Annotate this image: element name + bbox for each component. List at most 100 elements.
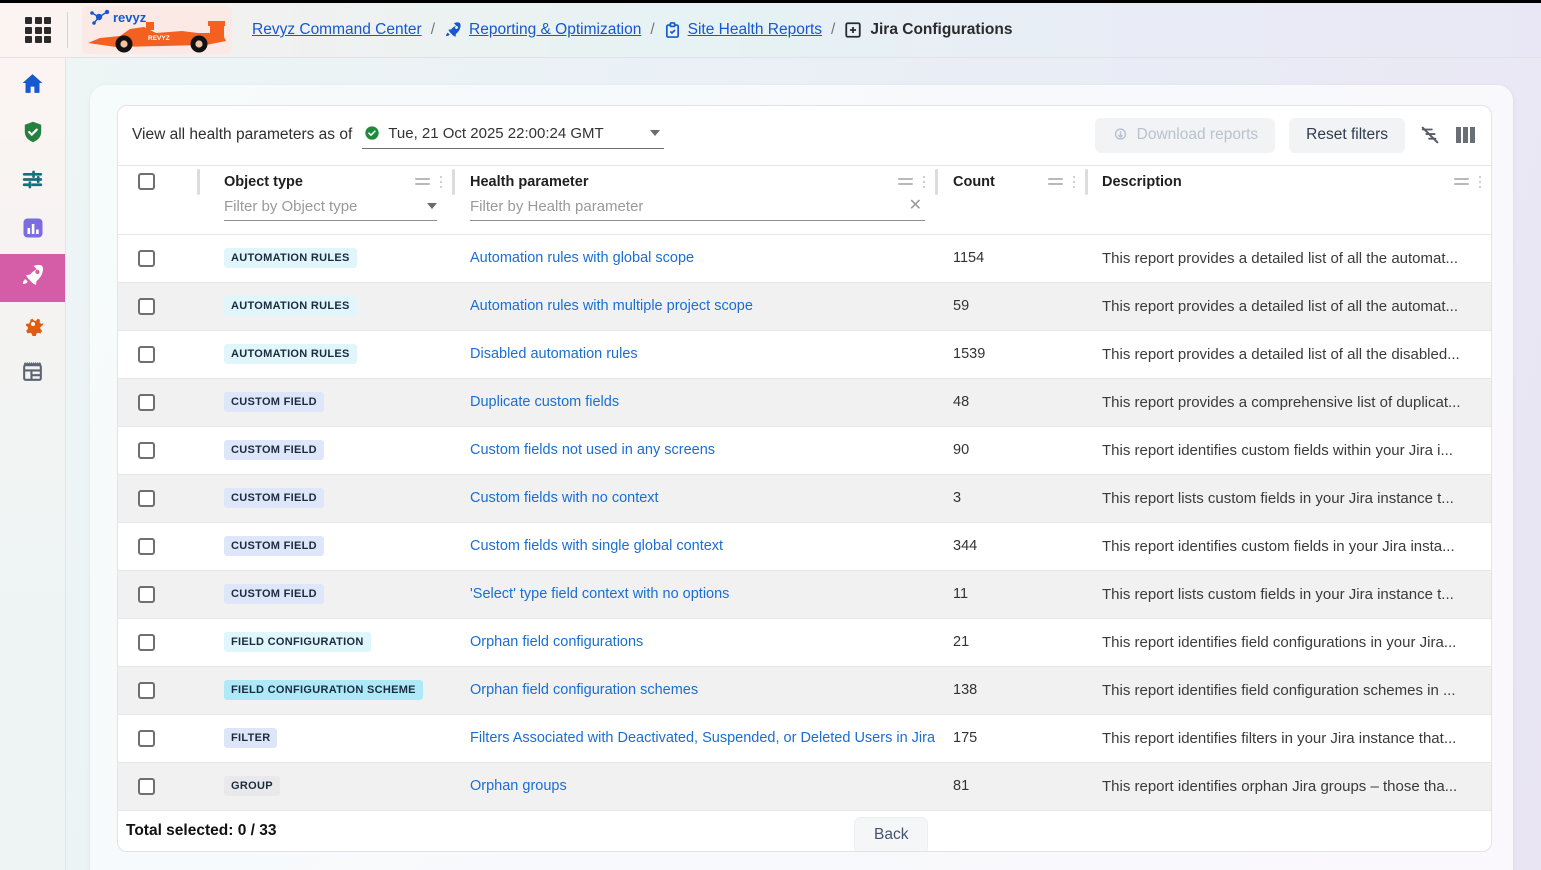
column-header-health-parameter[interactable]: Health parameter [470, 174, 898, 190]
snapshot-date-select[interactable]: Tue, 21 Oct 2025 22:00:24 GMT [362, 122, 664, 149]
main-content-area: View all health parameters as of Tue, 21… [66, 58, 1541, 870]
health-parameter-link[interactable]: Automation rules with global scope [470, 250, 694, 266]
revyz-logo[interactable]: revyz REVYZ [82, 6, 232, 54]
column-header-object-type[interactable]: Object type [224, 174, 415, 190]
left-sidebar [0, 58, 66, 870]
count-value: 1539 [953, 346, 985, 362]
table-row[interactable]: CUSTOM FIELD Custom fields with no conte… [118, 474, 1491, 522]
object-type-filter-select[interactable]: Filter by Object type [224, 198, 437, 221]
table-row[interactable]: FILTER Filters Associated with Deactivat… [118, 714, 1491, 762]
back-button[interactable]: Back [854, 817, 928, 852]
table-row[interactable]: CUSTOM FIELD Custom fields not used in a… [118, 426, 1491, 474]
sidebar-item-data-manager[interactable] [0, 350, 65, 398]
column-menu-icon[interactable] [898, 178, 913, 185]
topbar-divider [67, 12, 68, 48]
column-menu-icon[interactable] [1048, 178, 1063, 185]
health-parameter-link[interactable]: Custom fields with no context [470, 490, 659, 506]
column-more-icon[interactable] [1479, 176, 1482, 189]
breadcrumb-link-command-center[interactable]: Revyz Command Center [252, 21, 422, 39]
sidebar-item-analytics[interactable] [0, 206, 65, 254]
row-checkbox[interactable] [138, 490, 155, 507]
table-header: Object type Health parameter [118, 165, 1491, 234]
logo-text: revyz [113, 10, 147, 25]
panel-toolbar: View all health parameters as of Tue, 21… [118, 106, 1491, 165]
clear-input-icon[interactable]: ✕ [906, 198, 925, 214]
table-row[interactable]: CUSTOM FIELD 'Select' type field context… [118, 570, 1491, 618]
health-parameter-link[interactable]: 'Select' type field context with no opti… [470, 586, 729, 602]
health-parameter-link[interactable]: Filters Associated with Deactivated, Sus… [470, 730, 935, 746]
column-more-icon[interactable] [923, 176, 926, 189]
description-text: This report provides a detailed list of … [1102, 250, 1458, 267]
health-parameter-link[interactable]: Orphan field configuration schemes [470, 682, 698, 698]
row-checkbox[interactable] [138, 250, 155, 267]
row-checkbox[interactable] [138, 346, 155, 363]
table-row[interactable]: AUTOMATION RULES Automation rules with m… [118, 282, 1491, 330]
clear-filter-icon[interactable] [1419, 124, 1441, 146]
table-row[interactable]: GROUP Orphan groups 81 This report ident… [118, 762, 1491, 810]
breadcrumb-link-reporting-optimization[interactable]: Reporting & Optimization [444, 21, 641, 39]
health-parameter-link[interactable]: Disabled automation rules [470, 346, 638, 362]
breadcrumb-link-site-health-reports[interactable]: Site Health Reports [664, 21, 822, 39]
description-text: This report lists custom fields in your … [1102, 490, 1454, 507]
column-more-icon[interactable] [440, 176, 443, 189]
sidebar-item-settings-sliders[interactable] [0, 158, 65, 206]
row-checkbox[interactable] [138, 682, 155, 699]
chevron-down-icon [427, 203, 437, 209]
table-row[interactable]: FIELD CONFIGURATION SCHEME Orphan field … [118, 666, 1491, 714]
row-checkbox[interactable] [138, 394, 155, 411]
description-text: This report lists custom fields in your … [1102, 586, 1454, 603]
health-parameter-link[interactable]: Orphan groups [470, 778, 567, 794]
select-all-checkbox[interactable] [138, 173, 155, 190]
description-text: This report identifies filters in your J… [1102, 730, 1456, 747]
table-row[interactable]: CUSTOM FIELD Duplicate custom fields 48 … [118, 378, 1491, 426]
row-checkbox[interactable] [138, 586, 155, 603]
object-type-badge: CUSTOM FIELD [224, 536, 324, 556]
object-type-badge: GROUP [224, 776, 280, 796]
object-type-badge: CUSTOM FIELD [224, 584, 324, 604]
sliders-icon [20, 167, 45, 197]
column-header-description[interactable]: Description [1102, 174, 1454, 190]
health-parameter-link[interactable]: Duplicate custom fields [470, 394, 619, 410]
sidebar-item-security[interactable] [0, 110, 65, 158]
table-row[interactable]: FIELD CONFIGURATION Orphan field configu… [118, 618, 1491, 666]
reset-filters-button[interactable]: Reset filters [1289, 118, 1405, 153]
count-value: 175 [953, 730, 977, 746]
object-type-badge: FILTER [224, 728, 277, 748]
table-row[interactable]: AUTOMATION RULES Disabled automation rul… [118, 330, 1491, 378]
health-parameter-link[interactable]: Custom fields with single global context [470, 538, 723, 554]
column-menu-icon[interactable] [1454, 178, 1469, 185]
row-checkbox[interactable] [138, 730, 155, 747]
bar-chart-icon [21, 216, 45, 245]
health-parameter-filter-input[interactable]: Filter by Health parameter ✕ [470, 198, 925, 221]
column-more-icon[interactable] [1073, 176, 1076, 189]
snapshot-date-value: Tue, 21 Oct 2025 22:00:24 GMT [388, 125, 642, 142]
total-selected-label: Total selected: 0 / 33 [126, 822, 276, 840]
rocket-icon [444, 21, 462, 39]
table-row[interactable]: AUTOMATION RULES Automation rules with g… [118, 234, 1491, 282]
table-body: AUTOMATION RULES Automation rules with g… [118, 234, 1491, 810]
rocket-icon [20, 263, 45, 293]
count-value: 81 [953, 778, 969, 794]
sidebar-item-reporting-optimization[interactable] [0, 254, 65, 302]
sidebar-item-home[interactable] [0, 62, 65, 110]
count-value: 21 [953, 634, 969, 650]
revyz-car-logo-image: revyz REVYZ [86, 7, 228, 53]
count-value: 11 [953, 586, 968, 602]
health-parameter-link[interactable]: Orphan field configurations [470, 634, 643, 650]
row-checkbox[interactable] [138, 634, 155, 651]
table-row[interactable]: CUSTOM FIELD Custom fields with single g… [118, 522, 1491, 570]
row-checkbox[interactable] [138, 298, 155, 315]
row-checkbox[interactable] [138, 538, 155, 555]
download-reports-button[interactable]: Download reports [1095, 118, 1275, 153]
app-grid-icon[interactable] [25, 17, 51, 43]
column-header-count[interactable]: Count [953, 174, 1048, 190]
health-parameter-link[interactable]: Automation rules with multiple project s… [470, 298, 753, 314]
columns-icon[interactable] [1455, 125, 1477, 145]
row-checkbox[interactable] [138, 442, 155, 459]
health-parameter-link[interactable]: Custom fields not used in any screens [470, 442, 715, 458]
row-checkbox[interactable] [138, 778, 155, 795]
breadcrumb-separator: / [831, 21, 835, 39]
count-value: 1154 [953, 250, 984, 266]
column-menu-icon[interactable] [415, 178, 430, 185]
sidebar-item-admin-settings[interactable] [0, 302, 65, 350]
